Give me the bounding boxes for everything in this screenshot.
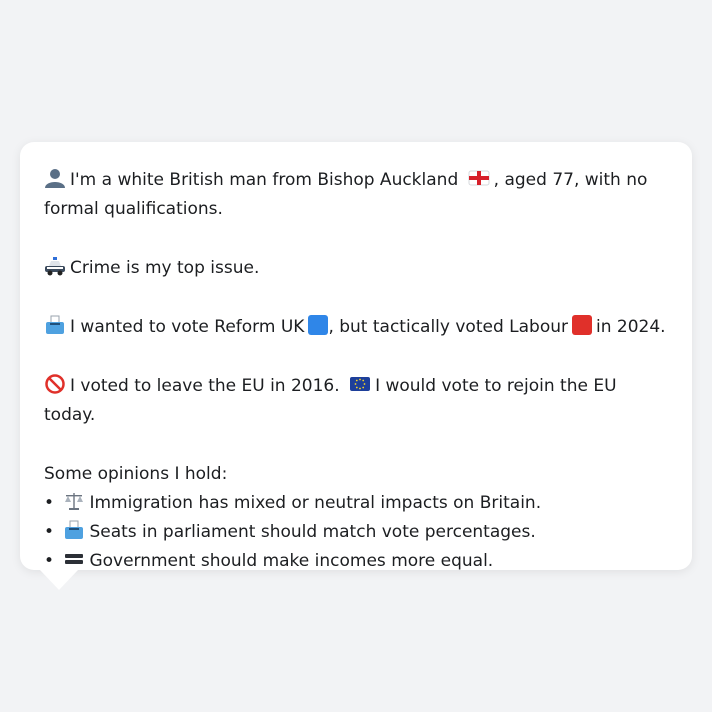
police-car-icon (44, 256, 66, 276)
opinion-text: Immigration has mixed or neutral impacts… (89, 493, 542, 513)
equals-icon (63, 549, 85, 569)
reform-blue-square-icon (308, 315, 329, 335)
bubble-tail (40, 570, 78, 590)
person-silhouette-icon (44, 168, 66, 188)
vote-text-continued: , but tactically voted Labour (328, 317, 568, 337)
crime-text: Crime is my top issue. (70, 258, 260, 278)
vote-text-year: in 2024. (596, 317, 666, 337)
chat-message-bubble: I'm a white British man from Bishop Auck… (20, 142, 692, 571)
balance-scale-icon (63, 491, 85, 511)
opinion-text: Government should make incomes more equa… (89, 551, 494, 571)
vote-text: I wanted to vote Reform UK (70, 317, 305, 337)
bullet-point: • (44, 522, 55, 542)
bullet-point: • (44, 551, 55, 571)
ballot-box-icon (44, 315, 66, 335)
list-item: • Seats in parliament should match vote … (44, 518, 668, 547)
intro-text: I'm a white British man from Bishop Auck… (70, 170, 459, 190)
eu-flag-icon (349, 374, 371, 394)
vote-paragraph: I wanted to vote Reform UK , but tactical… (44, 313, 668, 342)
opinions-section: Some opinions I hold: • Immigration has … (44, 460, 668, 576)
england-flag-icon (468, 168, 490, 188)
list-item: • Immigration has mixed or neutral impac… (44, 489, 668, 518)
ballot-box-icon (63, 520, 85, 540)
labour-red-square-icon (572, 315, 592, 335)
bullet-point: • (44, 493, 55, 513)
opinion-text: Seats in parliament should match vote pe… (89, 522, 536, 542)
opinions-heading: Some opinions I hold: (44, 464, 228, 484)
crime-paragraph: Crime is my top issue. (44, 254, 668, 283)
list-item: • Government should make incomes more eq… (44, 547, 668, 576)
intro-paragraph: I'm a white British man from Bishop Auck… (44, 166, 668, 224)
prohibited-icon (44, 374, 66, 394)
eu-paragraph: I voted to leave the EU in 2016. I would… (44, 372, 668, 430)
eu-text: I voted to leave the EU in 2016. (70, 376, 340, 396)
